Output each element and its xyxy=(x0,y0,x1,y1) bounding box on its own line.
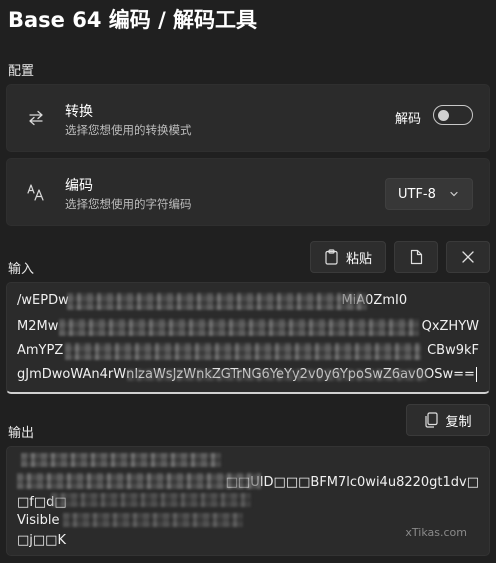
toggle-knob xyxy=(438,109,449,121)
input-line-3-tail: CBw9kF xyxy=(427,343,479,358)
encoding-selected-value: UTF-8 xyxy=(398,186,436,202)
input-section-label: 输入 xyxy=(8,262,35,277)
app-title: Base 64 编码 / 解码工具 xyxy=(8,8,258,32)
output-line-2: □□UID□□□BFM7lc0wi4u8220gt1dv□ xyxy=(225,475,479,490)
decode-toggle-label: 解码 xyxy=(394,112,421,127)
encoding-card: 编码 选择您想使用的字符编码 UTF-8 xyxy=(6,158,490,226)
convert-title: 转换 xyxy=(65,104,93,120)
pixelated-region xyxy=(67,293,367,310)
encoding-title: 编码 xyxy=(65,178,93,194)
watermark: xTikas.com xyxy=(405,526,467,539)
pixelated-region xyxy=(59,319,419,336)
close-icon xyxy=(462,251,474,263)
paste-label: 粘贴 xyxy=(345,251,372,267)
pixelated-region xyxy=(63,513,243,527)
output-textarea[interactable]: □□UID□□□BFM7lc0wi4u8220gt1dv□ □f□d□ Visi… xyxy=(6,446,490,556)
pixelated-region xyxy=(65,343,421,360)
convert-card: 转换 选择您想使用的转换模式 解码 xyxy=(6,84,490,152)
paste-button[interactable]: 粘贴 xyxy=(310,241,386,273)
encoding-desc: 选择您想使用的字符编码 xyxy=(65,197,192,211)
font-size-icon xyxy=(25,181,47,203)
pixelated-region xyxy=(21,453,221,467)
clipboard-icon xyxy=(325,249,338,265)
pixelated-region xyxy=(51,493,251,507)
convert-desc: 选择您想使用的转换模式 xyxy=(65,123,192,137)
pixelated-region xyxy=(17,473,261,489)
open-file-button[interactable] xyxy=(394,241,438,273)
clear-button[interactable] xyxy=(446,241,490,273)
encoding-select[interactable]: UTF-8 xyxy=(385,178,473,210)
copy-button[interactable]: 复制 xyxy=(406,404,490,436)
copy-label: 复制 xyxy=(445,414,472,430)
decode-toggle[interactable] xyxy=(433,105,473,125)
swap-arrows-icon xyxy=(25,107,47,129)
pixelated-region xyxy=(127,369,427,381)
config-section-label: 配置 xyxy=(8,64,35,79)
chevron-down-icon xyxy=(450,191,458,197)
input-line-2-tail: QxZHYW xyxy=(421,319,479,334)
text-caret xyxy=(475,367,477,382)
output-section-label: 输出 xyxy=(8,426,35,441)
file-icon xyxy=(410,249,422,265)
copy-icon xyxy=(425,412,439,428)
input-textarea[interactable]: /wEPDw MiA0ZmI0 M2Mw QxZHYW AmYPZ CBw9kF… xyxy=(6,282,490,394)
